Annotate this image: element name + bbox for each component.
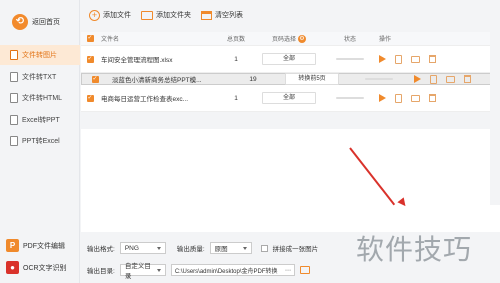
folder-icon[interactable] (446, 75, 455, 83)
right-gutter (490, 0, 500, 205)
merge-checkbox[interactable] (260, 244, 268, 252)
output-dir-select[interactable]: 自定义目录 (119, 263, 166, 280)
sidebar-item-label: Excel转PPT (22, 116, 60, 124)
document-icon (10, 136, 18, 146)
document-icon[interactable] (395, 93, 402, 103)
document-icon (10, 71, 18, 82)
row-filename: 电商每日运营工作检查表exc... (101, 96, 189, 103)
ocr-icon: ● (6, 261, 19, 274)
table-row[interactable]: ✓ 电商每日运营工作检查表exc... 1 全部 (81, 85, 500, 112)
folder-icon[interactable] (299, 266, 310, 274)
output-path-field[interactable]: C:\Users\admin\Desktop\金舟PDF转换 ⋯ (170, 264, 295, 276)
sidebar-item-file-to-html[interactable]: 文件转HTML (0, 88, 80, 108)
pdf-edit-button[interactable]: P PDF文件编辑 (6, 237, 76, 254)
select-all-checkbox[interactable]: ✓ (86, 35, 94, 42)
table-row[interactable]: ✓ 淡蓝色小清新商务总结PPT模... 19 转换前5页 (81, 73, 500, 85)
sidebar-item-excel-to-ppt[interactable]: Excel转PPT (0, 110, 80, 130)
output-quality-value: 原图 (214, 246, 228, 253)
plus-circle-icon: + (89, 9, 100, 21)
chevron-down-icon (156, 246, 161, 250)
page-range-select[interactable]: 转换前5页 (285, 73, 339, 85)
pdf-edit-label: PDF文件编辑 (23, 242, 65, 250)
sidebar-nav: 文件转图片 文件转TXT 文件转HTML Excel转PPT PPT转Excel (0, 45, 80, 153)
app-window: ⟲ 返回首页 文件转图片 文件转TXT 文件转HTML Excel转PPT PP… (0, 0, 500, 283)
progress-bar (365, 78, 393, 80)
ocr-button[interactable]: ● OCR文字识别 (6, 259, 76, 276)
output-format-value: PNG (124, 244, 139, 252)
output-format-select[interactable]: PNG (119, 242, 166, 254)
progress-bar (336, 58, 364, 60)
table-row[interactable]: ✓ 车间安全管理流程图.xlsx 1 全部 (81, 46, 500, 73)
play-icon[interactable] (414, 75, 421, 83)
folder-icon[interactable] (411, 55, 420, 63)
sidebar-item-label: 文件转图片 (22, 52, 57, 59)
sidebar-item-file-to-txt[interactable]: 文件转TXT (0, 67, 80, 87)
ocr-label: OCR文字识别 (23, 264, 67, 272)
row-pages: 19 (249, 75, 257, 83)
clear-list-label: 清空列表 (215, 12, 243, 19)
sidebar-item-label: 文件转TXT (22, 73, 57, 81)
broom-icon (201, 10, 212, 20)
row-checkbox[interactable]: ✓ (91, 75, 99, 83)
output-dir-label: 输出目录: (87, 268, 115, 275)
row-filename: 淡蓝色小清新商务总结PPT模... (112, 77, 202, 84)
trash-icon[interactable] (464, 75, 471, 83)
sidebar-item-ppt-to-excel[interactable]: PPT转Excel (0, 131, 80, 151)
merge-label: 拼接成一张图片 (272, 246, 319, 253)
sidebar-item-label: PPT转Excel (22, 138, 60, 145)
file-table: ✓ 文件名 总页数 页码选择 ⚙ 状态 操作 ✓ 车间安全管理流程图.xlsx … (81, 32, 500, 112)
back-arrow-icon: ⟲ (12, 14, 28, 30)
add-file-label: 添加文件 (103, 12, 131, 19)
watermark: 软件技巧 (356, 233, 473, 266)
back-home-label: 返回首页 (32, 19, 60, 26)
pdf-icon: P (6, 239, 19, 252)
file-list-empty-area (81, 129, 500, 232)
document-icon (10, 93, 18, 103)
more-icon[interactable]: ⋯ (285, 267, 291, 274)
folder-icon (141, 10, 153, 20)
add-file-button[interactable]: + 添加文件 (89, 9, 131, 21)
add-folder-label: 添加文件夹 (156, 12, 191, 19)
document-icon (10, 114, 18, 125)
output-settings: 输出格式: PNG 输出质量: 原图 拼接成一张图片 输出目录: 自定义目录 C… (81, 234, 351, 283)
sidebar-item-file-to-image[interactable]: 文件转图片 (0, 45, 80, 65)
header-range: 页码选择 (271, 37, 296, 43)
range-settings-icon[interactable]: ⚙ (298, 34, 306, 43)
output-path-value: C:\Users\admin\Desktop\金舟PDF转换 (174, 268, 278, 275)
play-icon[interactable] (379, 94, 386, 102)
output-dir-value: 自定义目录 (124, 263, 151, 280)
row-pages: 1 (234, 94, 238, 102)
header-ops: 操作 (379, 37, 392, 43)
header-status: 状态 (343, 37, 356, 43)
sidebar: ⟲ 返回首页 文件转图片 文件转TXT 文件转HTML Excel转PPT PP… (0, 0, 80, 283)
output-quality-label: 输出质量: (176, 246, 205, 253)
back-home-button[interactable]: ⟲ 返回首页 (8, 8, 72, 36)
header-filename: 文件名 (101, 37, 120, 43)
add-folder-button[interactable]: 添加文件夹 (141, 10, 191, 20)
table-header: ✓ 文件名 总页数 页码选择 ⚙ 状态 操作 (81, 32, 500, 46)
page-range-select[interactable]: 全部 (262, 53, 316, 65)
row-filename: 车间安全管理流程图.xlsx (101, 57, 173, 64)
row-pages: 1 (234, 55, 238, 63)
output-quality-select[interactable]: 原图 (209, 242, 252, 254)
header-pages: 总页数 (226, 37, 245, 43)
row-checkbox[interactable]: ✓ (86, 55, 94, 63)
sidebar-item-label: 文件转HTML (22, 95, 63, 102)
folder-icon[interactable] (411, 94, 420, 102)
document-icon[interactable] (395, 54, 402, 64)
toolbar: + 添加文件 添加文件夹 清空列表 (81, 0, 351, 30)
trash-icon[interactable] (429, 55, 436, 63)
trash-icon[interactable] (429, 94, 436, 102)
chevron-down-icon (242, 246, 247, 250)
progress-bar (336, 97, 364, 99)
clear-list-button[interactable]: 清空列表 (201, 10, 243, 20)
page-range-select[interactable]: 全部 (262, 92, 316, 104)
chevron-down-icon (156, 268, 161, 272)
document-icon (10, 50, 18, 60)
play-icon[interactable] (379, 55, 386, 63)
document-icon[interactable] (430, 74, 437, 84)
output-format-label: 输出格式: (87, 246, 115, 253)
row-checkbox[interactable]: ✓ (86, 94, 94, 102)
